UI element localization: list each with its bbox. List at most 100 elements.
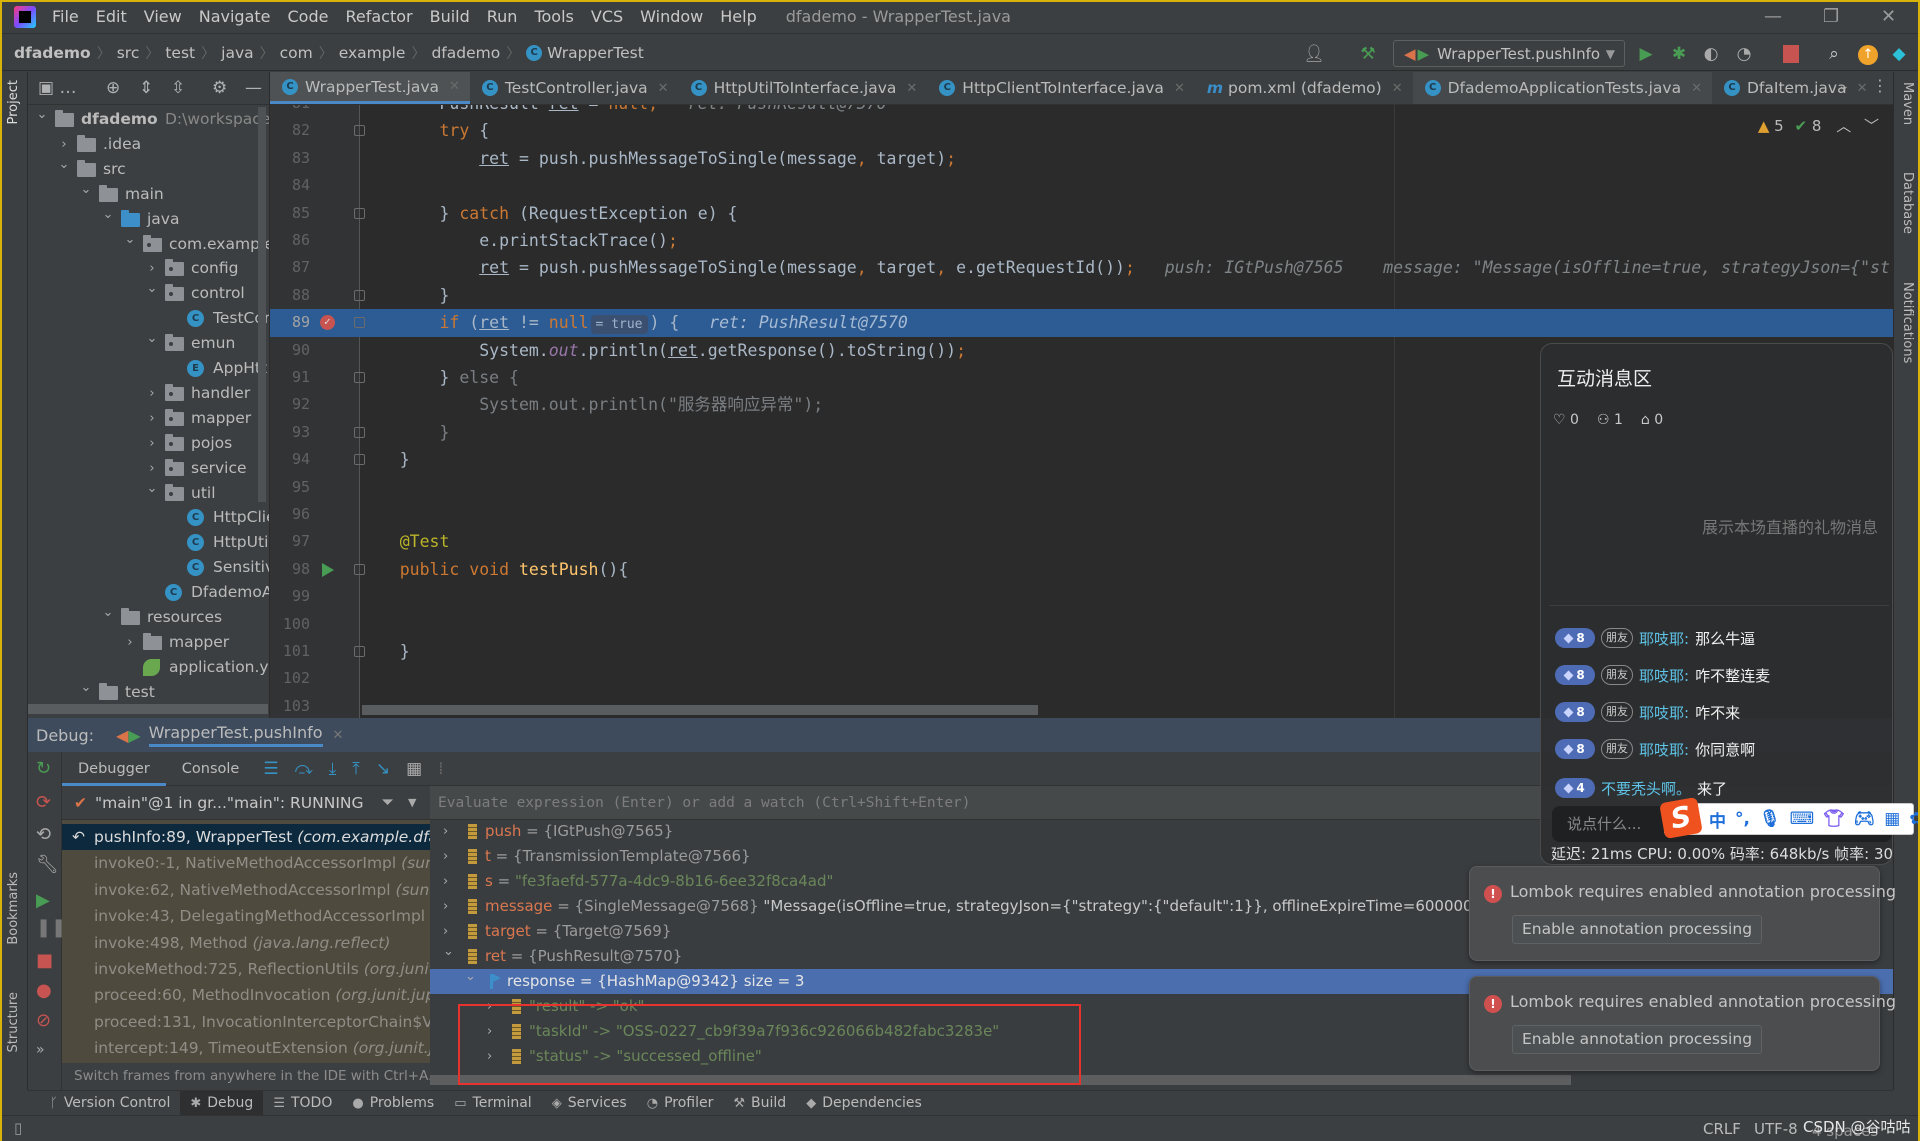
gamepad-icon[interactable]: 🎮︎ — [1854, 809, 1876, 829]
notifications-tool-button[interactable]: Notifications — [1900, 282, 1915, 363]
breadcrumb-item[interactable]: java — [221, 44, 253, 62]
locate-file-icon[interactable]: ⊕ — [106, 78, 120, 98]
next-highlight-icon[interactable]: ﹀ — [1864, 117, 1879, 135]
run-config-selector[interactable]: ◀ ▶ WrapperTest.pushInfo ▼ — [1393, 40, 1625, 67]
close-tab-icon[interactable]: ✕ — [658, 81, 669, 96]
tool-window-terminal[interactable]: ▭ Terminal — [444, 1091, 541, 1116]
profile-icon[interactable]: ◔ — [1732, 42, 1756, 66]
step-out-icon[interactable]: ⤒ — [352, 759, 360, 779]
stack-frame[interactable]: invokeMethod:725, ReflectionUtils (org.j… — [62, 956, 430, 982]
menu-refactor[interactable]: Refactor — [345, 7, 412, 26]
chat-username[interactable]: 耶吱耶: — [1639, 702, 1689, 723]
breadcrumb-item[interactable]: src — [117, 44, 140, 62]
menu-file[interactable]: File — [52, 7, 79, 26]
chevron-right-icon[interactable]: › — [443, 820, 455, 844]
hide-panel-icon[interactable]: — — [245, 78, 262, 98]
close-tab-icon[interactable]: ✕ — [449, 79, 460, 94]
chat-username[interactable]: 耶吱耶: — [1639, 665, 1689, 686]
debug-session-tab[interactable]: WrapperTest.pushInfo — [148, 723, 323, 747]
ime-chinese-mode[interactable]: 中 — [1709, 807, 1726, 832]
sogou-logo-icon[interactable]: S — [1659, 796, 1703, 840]
chevron-down-icon[interactable]: ⌄ — [146, 326, 158, 351]
stack-frame[interactable]: intercept:149, TimeoutExtension (org.jun… — [62, 1035, 430, 1061]
more-actions-icon[interactable]: » — [36, 1042, 45, 1058]
stop-icon[interactable]: ■ — [36, 950, 53, 971]
chat-username[interactable]: 耶吱耶: — [1639, 628, 1689, 649]
chevron-down-icon[interactable]: ⌄ — [443, 939, 455, 964]
chevron-down-icon[interactable]: ⌄ — [102, 202, 114, 227]
breadcrumb-item[interactable]: dfademo — [14, 44, 91, 62]
minimize-icon[interactable]: — — [1764, 6, 1782, 27]
bookmarks-tool-button[interactable]: Bookmarks — [6, 872, 21, 945]
editor-tab[interactable]: C HttpUtilToInterface.java ✕ — [679, 72, 928, 104]
coverage-icon[interactable]: ◐ — [1699, 42, 1723, 66]
chevron-right-icon[interactable]: › — [443, 869, 455, 894]
chevron-right-icon[interactable]: › — [124, 630, 136, 655]
chevron-right-icon[interactable]: › — [443, 844, 455, 869]
keyboard-icon[interactable]: ⌨ — [1790, 809, 1815, 829]
filter-icon[interactable]: ⏷ — [382, 793, 394, 812]
chevron-down-icon[interactable]: ⌄ — [80, 675, 92, 700]
tab-console[interactable]: Console — [166, 752, 256, 786]
chevron-down-icon[interactable]: ⌄ — [146, 476, 158, 501]
chat-username[interactable]: 不要秃头啊。 — [1601, 778, 1691, 799]
tool-window-todo[interactable]: ☰ TODO — [263, 1091, 342, 1116]
run-test-icon[interactable] — [322, 562, 334, 577]
editor-tab[interactable]: C DfademoApplicationTests.java ✕ — [1412, 72, 1712, 104]
tool-window-profiler[interactable]: ◔ Profiler — [637, 1091, 724, 1116]
restore-icon[interactable]: ❐ — [1823, 6, 1839, 27]
run-to-cursor-icon[interactable]: ↘ — [376, 759, 390, 779]
chat-username[interactable]: 耶吱耶: — [1639, 739, 1689, 760]
breadcrumb-item[interactable]: example — [339, 44, 406, 62]
search-icon[interactable]: ⌕ — [1822, 42, 1846, 66]
update-icon[interactable]: ↑ — [1858, 45, 1878, 65]
enable-annotation-processing-button[interactable]: Enable annotation processing — [1512, 1025, 1762, 1054]
menu-run[interactable]: Run — [487, 7, 518, 26]
tool-window-services[interactable]: ◈ Services — [542, 1091, 637, 1116]
debug-bug-icon[interactable]: ✱ — [1667, 42, 1691, 66]
tool-window-dependencies[interactable]: ◆ Dependencies — [796, 1091, 932, 1116]
tab-debugger[interactable]: Debugger — [62, 752, 166, 786]
chevron-right-icon[interactable]: › — [146, 381, 158, 406]
chevron-right-icon[interactable]: › — [443, 894, 455, 919]
menu-code[interactable]: Code — [288, 7, 329, 26]
tool-window-version-control[interactable]: ᚴ Version Control — [40, 1091, 180, 1116]
close-tab-icon[interactable]: ✕ — [1392, 81, 1403, 96]
stack-frame[interactable]: invoke:62, NativeMethodAccessorImpl (sun… — [62, 877, 430, 903]
resume-icon[interactable]: ▶ — [36, 890, 50, 911]
menu-vcs[interactable]: VCS — [591, 7, 623, 26]
more-options-icon[interactable]: ⋮ — [1872, 76, 1888, 95]
chevron-down-icon[interactable]: ⌄ — [124, 227, 136, 252]
chevron-down-icon[interactable]: ⌄ — [146, 276, 158, 301]
close-tab-icon[interactable]: ✕ — [1174, 81, 1185, 96]
stack-frame[interactable]: proceed:60, MethodInvocation (org.junit.… — [62, 982, 430, 1008]
editor-horizontal-scrollbar[interactable] — [362, 705, 1038, 715]
trace-icon[interactable]: ⁞ — [438, 759, 443, 779]
editor-tab[interactable]: C DfaItem.java ✕ — [1712, 72, 1877, 104]
ime-punctuation[interactable]: °, — [1735, 809, 1750, 829]
prev-highlight-icon[interactable]: ︿ — [1836, 117, 1851, 135]
database-tool-button[interactable]: Database — [1900, 172, 1915, 234]
editor-tab[interactable]: C HttpClientToInterface.java ✕ — [927, 72, 1195, 104]
close-session-icon[interactable]: ✕ — [333, 728, 344, 743]
settings-wrench-icon[interactable]: 🔧︎ — [36, 854, 59, 875]
evaluate-expression-icon[interactable]: ▦ — [406, 759, 422, 779]
chevron-down-icon[interactable]: ▼ — [408, 796, 416, 809]
editor-tab[interactable]: m pom.xml (dfademo) ✕ — [1195, 72, 1413, 104]
menu-help[interactable]: Help — [720, 7, 756, 26]
breadcrumb-item[interactable]: test — [165, 44, 195, 62]
settings-icon[interactable]: ✿ — [1909, 809, 1920, 829]
close-tab-icon[interactable]: ✕ — [1857, 81, 1868, 96]
toolbox-grid-icon[interactable]: ▦ — [1884, 809, 1900, 829]
menu-tools[interactable]: Tools — [534, 7, 573, 26]
chevron-down-icon[interactable]: ⌄ — [58, 152, 70, 177]
view-breakpoints-icon[interactable]: ● — [36, 980, 52, 1001]
rerun-failed-icon[interactable]: ⟳ — [36, 792, 51, 813]
stack-frame[interactable]: invoke:43, DelegatingMethodAccessorImpl … — [62, 903, 430, 929]
breadcrumb-item[interactable]: com — [280, 44, 313, 62]
tree-scrollbar[interactable] — [258, 107, 266, 502]
tool-window-build[interactable]: ⚒ Build — [723, 1091, 796, 1116]
mute-breakpoints-icon[interactable]: ⊘ — [36, 1010, 51, 1031]
menu-build[interactable]: Build — [430, 7, 470, 26]
stack-frame[interactable]: invoke0:-1, NativeMethodAccessorImpl (su… — [62, 850, 430, 876]
